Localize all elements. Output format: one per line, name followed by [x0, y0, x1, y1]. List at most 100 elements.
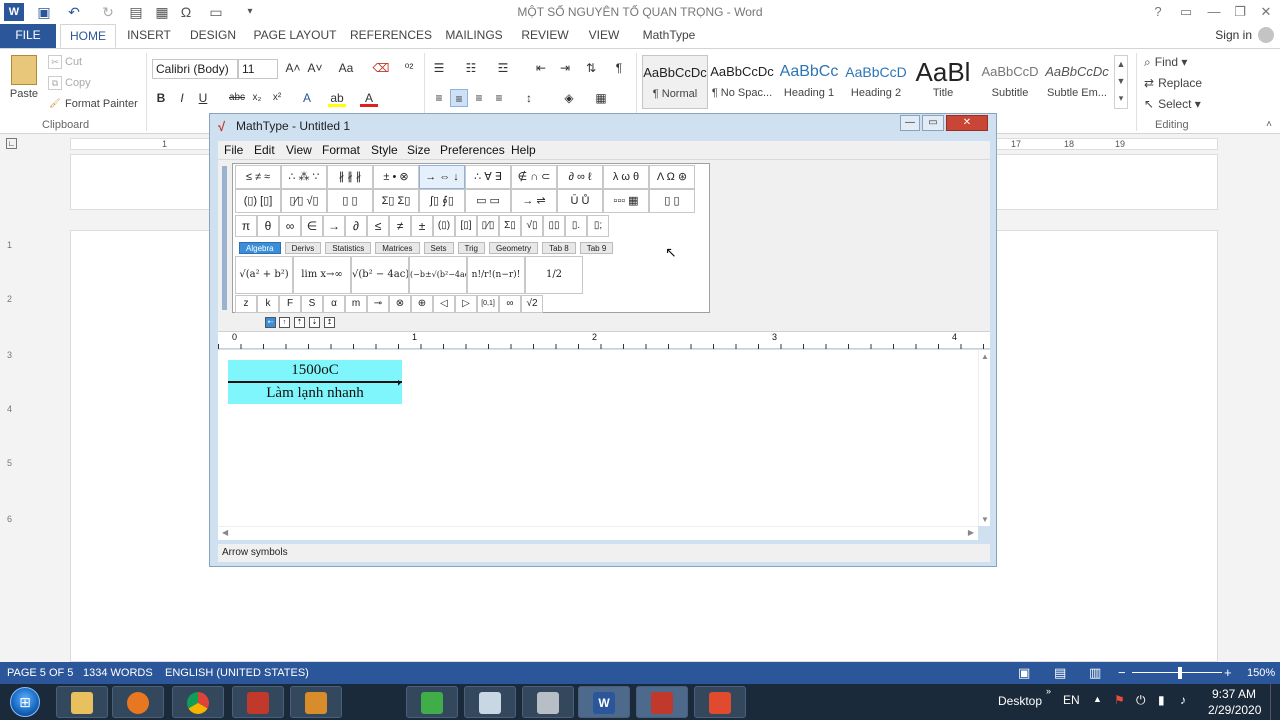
tab-view[interactable]: VIEW — [584, 24, 624, 48]
subscript-icon[interactable]: x₂ — [248, 89, 266, 107]
symbol-infinity-small[interactable]: ∞ — [499, 295, 521, 313]
nudge-right-icon[interactable]: ↥ — [324, 317, 335, 328]
taskbar-paint[interactable] — [464, 686, 516, 718]
scroll-up-icon[interactable]: ▲ — [981, 352, 989, 361]
collapse-ribbon-icon[interactable]: ˄ — [1266, 119, 1272, 130]
template-one-half[interactable]: 1/2 — [525, 256, 583, 294]
mt-menu-file[interactable]: File — [224, 143, 243, 157]
desktop-toolbar[interactable]: Desktop — [998, 694, 1042, 708]
palette-labeled-arrows[interactable]: → ⇌ — [511, 189, 557, 213]
minimize-icon[interactable]: — — [1202, 3, 1226, 21]
mt-tab-algebra[interactable]: Algebra — [239, 242, 281, 254]
multilevel-list-icon[interactable]: ☲ — [494, 59, 512, 77]
symbol-left-triangle[interactable]: ◁ — [433, 295, 455, 313]
palette-arrows[interactable]: → ⇔ ↓ — [419, 165, 465, 189]
clock-time[interactable]: 9:37 AM — [1212, 687, 1256, 701]
scroll-right-icon[interactable]: ▶ — [968, 528, 974, 537]
superscript-icon[interactable]: x² — [268, 89, 286, 107]
symbol-otimes[interactable]: ⊗ — [389, 295, 411, 313]
mt-menu-help[interactable]: Help — [511, 143, 536, 157]
symbol-sqrt-2[interactable]: √2 — [521, 295, 543, 313]
shrink-font-icon[interactable]: A˅ — [306, 59, 324, 77]
mt-tab-statistics[interactable]: Statistics — [325, 242, 372, 254]
palette-matrices[interactable]: ▫▫▫ ▦ — [603, 189, 649, 213]
ribbon-display-icon[interactable]: ▭ — [1174, 3, 1198, 21]
tab-review[interactable]: REVIEW — [518, 24, 572, 48]
zoom-out-icon[interactable]: − — [1118, 662, 1126, 684]
palette-fractions-radicals[interactable]: ▯⁄▯ √▯ — [281, 189, 327, 213]
read-mode-icon[interactable]: ▣ — [1018, 662, 1030, 684]
show-hidden-icons[interactable]: ▲ — [1093, 694, 1102, 704]
format-painter-button[interactable]: 🖌 Format Painter — [48, 97, 137, 111]
taskbar-mail-app[interactable] — [290, 686, 342, 718]
palette-operators[interactable]: ± • ⊗ — [373, 165, 419, 189]
template-parentheses[interactable]: (▯) — [433, 215, 455, 237]
start-button[interactable]: ⊞ — [2, 685, 48, 719]
scroll-down-icon[interactable]: ▼ — [981, 515, 989, 524]
taskbar-camtasia-recorder[interactable] — [694, 686, 746, 718]
symbol-neq[interactable]: ≠ — [389, 215, 411, 237]
bullets-icon[interactable]: ☰ — [430, 59, 448, 77]
equation-selection[interactable]: 1500oC ➝ Làm lạnh nhanh — [228, 360, 402, 404]
mt-menu-view[interactable]: View — [286, 143, 312, 157]
account-avatar[interactable] — [1258, 27, 1274, 43]
italic-icon[interactable]: I — [173, 89, 191, 107]
template-subscript[interactable]: ▯. — [565, 215, 587, 237]
strikethrough-icon[interactable]: abc — [226, 89, 248, 107]
zoom-slider[interactable] — [1132, 672, 1222, 673]
symbol-k[interactable]: k — [257, 295, 279, 313]
font-family-select[interactable]: Calibri (Body) — [152, 59, 238, 79]
mt-tab-8[interactable]: Tab 8 — [542, 242, 576, 254]
clear-formatting-icon[interactable]: ⌫ — [372, 59, 390, 77]
borders-icon[interactable]: ▦ — [592, 89, 610, 107]
template-superscript[interactable]: ▯▯ — [543, 215, 565, 237]
symbol-infinity[interactable]: ∞ — [279, 215, 301, 237]
template-combination[interactable]: n!/r!(n−r)! — [467, 256, 525, 294]
template-sub-sup[interactable]: ▯; — [587, 215, 609, 237]
taskbar-word[interactable]: W — [578, 686, 630, 718]
tab-page-layout[interactable]: PAGE LAYOUT — [252, 24, 338, 48]
style-heading-2[interactable]: AaBbCcD Heading 2 — [843, 55, 909, 109]
mt-menu-preferences[interactable]: Preferences — [440, 143, 505, 157]
tab-references[interactable]: REFERENCES — [350, 24, 432, 48]
symbol-alpha[interactable]: α — [323, 295, 345, 313]
taskbar-mathtype[interactable] — [636, 686, 688, 718]
symbol-z[interactable]: z — [235, 295, 257, 313]
toolbar-grip[interactable] — [222, 166, 227, 310]
mt-tab-sets[interactable]: Sets — [423, 242, 454, 254]
help-icon[interactable]: ? — [1146, 3, 1170, 21]
tab-selector-icon[interactable]: ∟ — [6, 138, 17, 149]
palette-boxes[interactable]: ▯ ▯ — [649, 189, 695, 213]
symbol-plus-minus[interactable]: ± — [411, 215, 433, 237]
increase-indent-icon[interactable]: ⇥ — [556, 59, 574, 77]
palette-products[interactable]: Ū Ů — [557, 189, 603, 213]
select-button[interactable]: ↖ Select ▾ — [1144, 97, 1201, 111]
change-case-icon[interactable]: Aa — [334, 59, 358, 77]
palette-embellishments[interactable]: ∦ ∦ ∦ — [327, 165, 373, 189]
network-icon[interactable]: ▮ — [1158, 693, 1165, 707]
palette-spaces[interactable]: ∴ ⁂ ∵ — [281, 165, 327, 189]
nudge-down-icon[interactable]: ⇣ — [309, 317, 320, 328]
mt-minimize-icon[interactable]: — — [900, 115, 920, 131]
palette-fences[interactable]: (▯) [▯] — [235, 189, 281, 213]
sign-in-link[interactable]: Sign in — [1215, 28, 1252, 42]
tab-file[interactable]: FILE — [0, 24, 56, 48]
style-title[interactable]: AaBl Title — [910, 55, 976, 109]
pilcrow-icon[interactable]: ¶ — [610, 59, 628, 77]
template-sum[interactable]: Σ▯ — [499, 215, 521, 237]
grow-font-icon[interactable]: A˄ — [284, 59, 302, 77]
align-left-icon[interactable]: ≡ — [430, 89, 448, 107]
mt-tab-trig[interactable]: Trig — [457, 242, 485, 254]
template-discriminant[interactable]: √(b² − 4ac) — [351, 256, 409, 294]
taskbar-media-player[interactable] — [112, 686, 164, 718]
style-subtle-emphasis[interactable]: AaBbCcDc Subtle Em... — [1044, 55, 1110, 109]
style-normal[interactable]: AaBbCcDc ¶ Normal — [642, 55, 708, 109]
symbol-interval[interactable]: [0,1] — [477, 295, 499, 313]
nudge-up-icon[interactable]: ↑ — [279, 317, 290, 328]
template-fraction[interactable]: ▯⁄▯ — [477, 215, 499, 237]
zoom-in-icon[interactable]: + — [1224, 662, 1232, 684]
symbol-right-arrow[interactable]: → — [323, 215, 345, 237]
line-spacing-icon[interactable]: ↕ — [520, 89, 538, 107]
template-quadratic[interactable]: (−b±√(b²−4ac))/2a — [409, 256, 467, 294]
taskbar-camtasia[interactable] — [406, 686, 458, 718]
